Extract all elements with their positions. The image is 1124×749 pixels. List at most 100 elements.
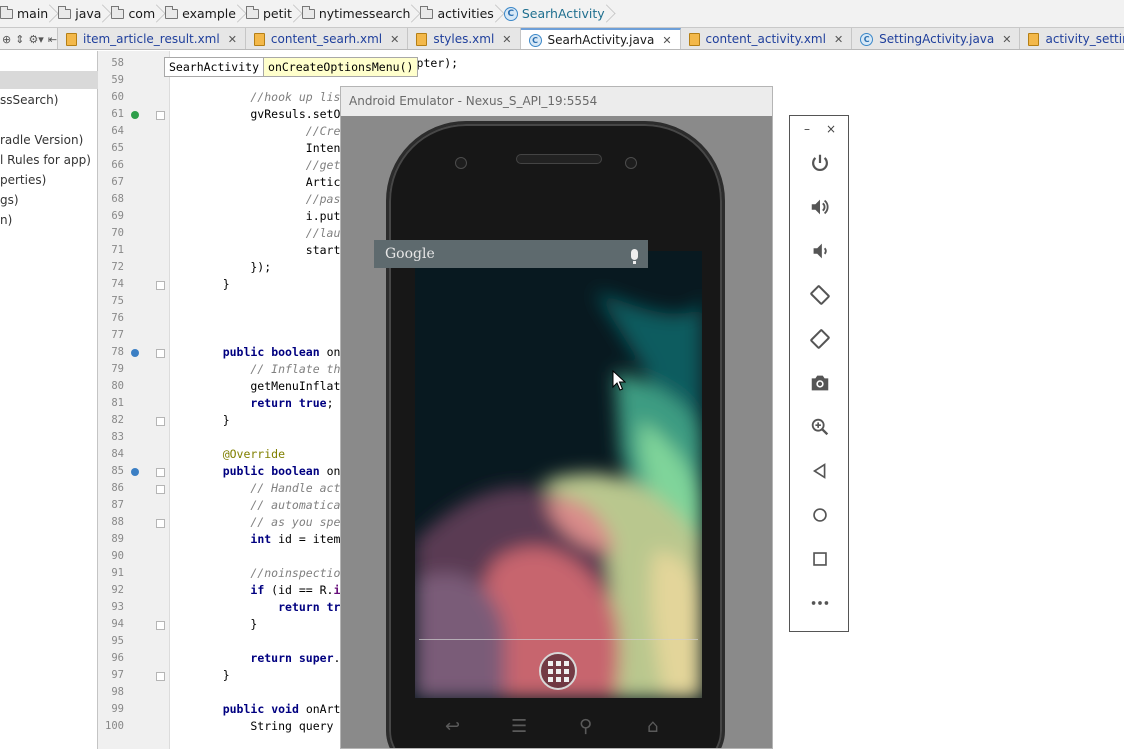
code-line[interactable]: } [195,413,230,427]
code-line[interactable]: }); [195,260,271,274]
tab-content-searh[interactable]: content_searh.xml ✕ [245,28,409,49]
close-icon[interactable]: ✕ [834,33,843,46]
code-line[interactable]: return true; [195,600,361,614]
line-number: 99 [111,703,124,715]
minimize-button[interactable]: – [804,122,810,136]
close-button[interactable]: × [826,122,836,136]
code-line[interactable]: //launch [195,226,361,240]
tab-settingactivity[interactable]: C SettingActivity.java ✕ [852,28,1021,49]
breadcrumb-item-java[interactable]: java [54,0,107,27]
fold-icon[interactable] [156,111,165,120]
fold-icon[interactable] [156,349,165,358]
phone-screen[interactable] [415,251,702,698]
line-number: 72 [111,261,124,273]
sync-icon[interactable]: ⊕ [2,33,11,46]
emulator-window[interactable]: Android Emulator - Nexus_S_API_19:5554 ↩… [340,86,773,749]
code-line[interactable]: return true; [195,396,333,410]
fold-icon[interactable] [156,281,165,290]
line-number: 84 [111,448,124,460]
breadcrumb-item-com[interactable]: com [107,0,161,27]
project-item[interactable]: gs) [0,193,19,207]
code-line[interactable]: } [195,668,230,682]
settings-icon[interactable]: ⚙▾ [28,33,43,46]
breadcrumb-item-searhactivity[interactable]: C SearhActivity [500,0,611,27]
editor-tab-bar: ⊕ ⇕ ⚙▾ ⇤ item_article_result.xml ✕ conten… [0,28,1124,50]
tab-item-article-result[interactable]: item_article_result.xml ✕ [58,28,246,49]
project-item[interactable]: l Rules for app) [0,153,91,167]
overview-icon[interactable] [808,547,832,571]
line-number: 96 [111,652,124,664]
project-item[interactable]: perties) [0,173,46,187]
code-line[interactable]: // automatically [195,498,361,512]
tab-searhactivity[interactable]: C SearhActivity.java ✕ [520,28,681,49]
back-icon[interactable]: ↩ [445,716,460,737]
app-drawer-button[interactable] [539,652,577,690]
line-number: 64 [111,125,124,137]
fold-icon[interactable] [156,417,165,426]
search-icon[interactable]: ⚲ [579,716,592,737]
code-line[interactable]: //Create [195,124,361,138]
emulator-screen-area[interactable]: ↩ ☰ ⚲ ⌂ Google [341,116,772,748]
power-icon[interactable] [808,151,832,175]
line-number: 68 [111,193,124,205]
hide-icon[interactable]: ⇤ [48,33,57,46]
project-item[interactable]: ssSearch) [0,93,58,107]
folder-icon [245,5,259,19]
line-number: 79 [111,363,124,375]
close-icon[interactable]: ✕ [228,33,237,46]
collapse-icon[interactable]: ⇕ [15,33,24,46]
phone-frame: ↩ ☰ ⚲ ⌂ [386,121,725,748]
close-icon[interactable]: ✕ [502,33,511,46]
menu-icon[interactable]: ☰ [511,716,527,737]
zoom-icon[interactable] [808,415,832,439]
tab-content-activity[interactable]: content_activity.xml ✕ [680,28,853,49]
more-icon[interactable] [808,591,832,615]
emulator-controls: – × [789,115,849,632]
home-icon[interactable]: ⌂ [647,716,658,737]
class-hint[interactable]: SearhActivity [164,57,265,77]
fold-icon[interactable] [156,621,165,630]
tab-styles[interactable]: styles.xml ✕ [408,28,521,49]
emulator-title[interactable]: Android Emulator - Nexus_S_API_19:5554 [341,87,772,116]
line-number: 76 [111,312,124,324]
code-line[interactable]: Intent i [195,141,361,155]
breadcrumb-item-nytimessearch[interactable]: nytimessearch [298,0,417,27]
xml-file-icon [66,32,78,46]
code-line[interactable]: } [195,617,257,631]
override-marker-icon[interactable] [131,349,139,357]
fold-icon[interactable] [156,672,165,681]
close-icon[interactable]: ✕ [1002,33,1011,46]
code-line[interactable]: // Handle action [195,481,361,495]
breadcrumb-item-petit[interactable]: petit [242,0,298,27]
breadcrumb-item-example[interactable]: example [161,0,242,27]
override-marker-icon[interactable] [131,111,139,119]
method-hint[interactable]: onCreateOptionsMenu() [264,57,419,77]
camera-icon[interactable] [808,371,832,395]
close-icon[interactable]: ✕ [390,33,399,46]
tab-activity-setting-activity[interactable]: activity_setting_activity.xml [1020,28,1124,49]
fold-icon[interactable] [156,468,165,477]
project-item[interactable]: radle Version) [0,133,83,147]
code-line[interactable]: } [195,277,230,291]
tab-label: content_activity.xml [705,32,826,46]
google-search-bar[interactable]: Google [374,240,648,268]
fold-icon[interactable] [156,485,165,494]
tab-label: SettingActivity.java [879,32,995,46]
back-icon[interactable] [808,459,832,483]
line-number: 90 [111,550,124,562]
breadcrumb: main java com example petit nytimessearc… [0,0,1124,28]
fold-icon[interactable] [156,519,165,528]
override-marker-icon[interactable] [131,468,139,476]
rotate-right-icon[interactable] [808,327,832,351]
code-line[interactable]: @Override [195,447,285,461]
close-icon[interactable]: ✕ [662,34,671,47]
home-icon[interactable] [808,503,832,527]
volume-up-icon[interactable] [808,195,832,219]
project-item[interactable]: n) [0,213,12,227]
breadcrumb-item-activities[interactable]: activities [416,0,499,27]
breadcrumb-item-main[interactable]: main [0,0,54,27]
line-number: 65 [111,142,124,154]
microphone-icon[interactable] [631,248,638,264]
rotate-left-icon[interactable] [808,283,832,307]
volume-down-icon[interactable] [808,239,832,263]
